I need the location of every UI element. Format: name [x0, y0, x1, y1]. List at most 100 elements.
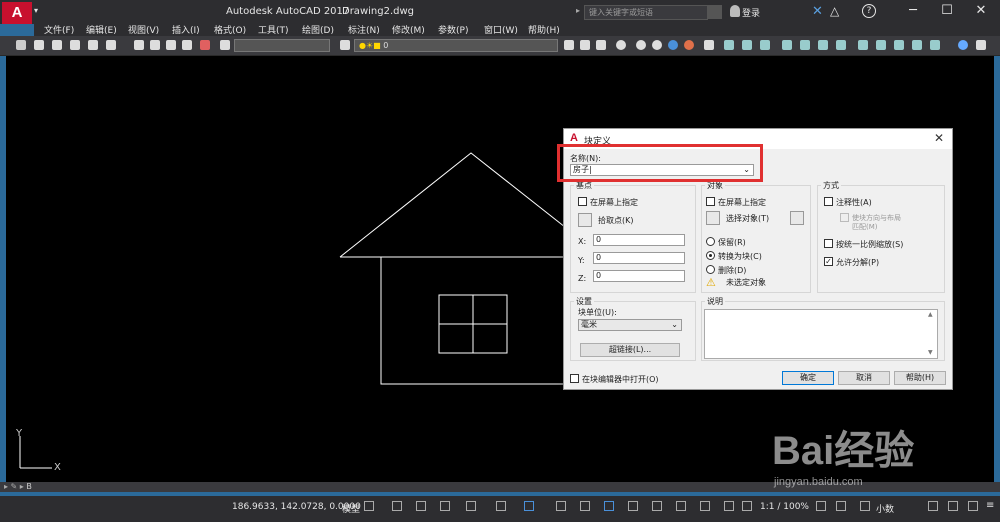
hardware-accel-icon[interactable] — [948, 501, 958, 511]
cut-icon[interactable] — [134, 40, 144, 50]
dim-aligned-icon[interactable] — [742, 40, 752, 50]
menu-dimension[interactable]: 标注(N) — [348, 23, 380, 36]
transparency-icon[interactable] — [580, 501, 590, 511]
toolbar-more-icon[interactable] — [976, 40, 986, 50]
save-icon[interactable] — [52, 40, 62, 50]
layer-previous-icon[interactable] — [564, 40, 574, 50]
close-button[interactable]: ✕ — [964, 0, 998, 24]
allow-explode-checkbox[interactable]: ✓ — [824, 257, 833, 266]
dim-continue-icon[interactable] — [912, 40, 922, 50]
selection-cycling-icon[interactable] — [604, 501, 614, 511]
dynamic-ucs-icon[interactable] — [652, 501, 662, 511]
visual-style-realistic-icon[interactable] — [668, 40, 678, 50]
ok-button[interactable]: 确定 — [782, 371, 834, 385]
dim-angular-icon[interactable] — [858, 40, 868, 50]
help-icon[interactable]: ? — [862, 4, 876, 18]
x-input[interactable]: 0 — [593, 234, 685, 246]
menu-help[interactable]: 帮助(H) — [528, 23, 560, 36]
paste-icon[interactable] — [166, 40, 176, 50]
model-tab[interactable]: 模型 — [342, 502, 360, 515]
workspace-gear-icon[interactable] — [816, 501, 826, 511]
select-objects-icon[interactable] — [706, 211, 720, 225]
render-icon[interactable] — [616, 40, 626, 50]
dim-arc-icon[interactable] — [760, 40, 770, 50]
visual-style-hidden-icon[interactable] — [652, 40, 662, 50]
delete-radio[interactable] — [706, 265, 715, 274]
menu-format[interactable]: 格式(O) — [214, 23, 246, 36]
menu-insert[interactable]: 插入(I) — [172, 23, 200, 36]
convert-radio[interactable] — [706, 251, 715, 260]
hyperlink-button[interactable]: 超链接(L)... — [580, 343, 680, 357]
dim-space-icon[interactable] — [930, 40, 940, 50]
dim-quick-icon[interactable] — [876, 40, 886, 50]
menu-window[interactable]: 窗口(W) — [484, 23, 518, 36]
visual-style-conceptual-icon[interactable] — [684, 40, 694, 50]
dim-radius-icon[interactable] — [800, 40, 810, 50]
layer-states-icon[interactable] — [580, 40, 590, 50]
osnap-icon[interactable] — [496, 501, 506, 511]
snap-icon[interactable] — [392, 501, 402, 511]
layer-match-icon[interactable] — [596, 40, 606, 50]
customize-menu-icon[interactable]: ≡ — [986, 500, 994, 511]
orbit-icon[interactable] — [958, 40, 968, 50]
unit-dropdown[interactable]: 毫米 ⌄ — [578, 319, 682, 331]
selection-filter-icon[interactable] — [676, 501, 686, 511]
style-dropdown[interactable] — [234, 39, 330, 52]
style-icon[interactable] — [220, 40, 230, 50]
search-button-icon[interactable] — [708, 5, 722, 19]
menu-modify[interactable]: 修改(M) — [392, 23, 425, 36]
scroll-down-icon[interactable]: ▼ — [928, 349, 933, 356]
connect-icon[interactable]: △ — [830, 4, 839, 18]
auto-scale-icon[interactable] — [742, 501, 752, 511]
annotative-checkbox[interactable] — [824, 197, 833, 206]
otrack-icon[interactable] — [524, 501, 534, 511]
dialog-close-icon[interactable]: ✕ — [934, 131, 944, 145]
minimize-button[interactable]: ─ — [896, 0, 930, 24]
maximize-button[interactable]: ☐ — [930, 0, 964, 24]
basepoint-on-screen-checkbox[interactable] — [578, 197, 587, 206]
visual-style-wireframe-icon[interactable] — [636, 40, 646, 50]
open-icon[interactable] — [34, 40, 44, 50]
layer-properties-icon[interactable] — [340, 40, 350, 50]
dim-diameter-icon[interactable] — [836, 40, 846, 50]
pick-point-icon[interactable] — [578, 213, 592, 227]
menu-file[interactable]: 文件(F) — [44, 23, 74, 36]
menu-tools[interactable]: 工具(T) — [258, 23, 289, 36]
dim-ordinate-icon[interactable] — [782, 40, 792, 50]
description-textarea[interactable] — [704, 309, 938, 359]
gizmo-icon[interactable] — [700, 501, 710, 511]
isolate-icon[interactable] — [928, 501, 938, 511]
plot-icon[interactable] — [70, 40, 80, 50]
autocad-logo-icon[interactable]: A — [2, 2, 32, 24]
command-input[interactable]: B — [26, 482, 32, 491]
match-properties-icon[interactable] — [182, 40, 192, 50]
units-dropdown[interactable]: 小数 — [876, 502, 894, 515]
lineweight-icon[interactable] — [556, 501, 566, 511]
block-icon[interactable] — [200, 40, 210, 50]
ortho-icon[interactable] — [416, 501, 426, 511]
menu-draw[interactable]: 绘图(D) — [302, 23, 334, 36]
match-orientation-checkbox[interactable] — [840, 213, 849, 222]
grid-icon[interactable] — [364, 501, 374, 511]
exchange-icon[interactable]: ✕ — [812, 4, 823, 19]
objects-on-screen-checkbox[interactable] — [706, 197, 715, 206]
annotation-monitor-icon[interactable] — [836, 501, 846, 511]
layer-dropdown[interactable]: ●☀■ 0 — [354, 39, 558, 52]
dim-jogged-icon[interactable] — [818, 40, 828, 50]
3d-osnap-icon[interactable] — [628, 501, 638, 511]
menu-view[interactable]: 视图(V) — [128, 23, 159, 36]
menu-edit[interactable]: 编辑(E) — [86, 23, 117, 36]
new-icon[interactable] — [16, 40, 26, 50]
scroll-up-icon[interactable]: ▲ — [928, 311, 933, 318]
quick-select-icon[interactable] — [790, 211, 804, 225]
annotation-visibility-icon[interactable] — [724, 501, 734, 511]
help-button[interactable]: 帮助(H) — [894, 371, 946, 385]
copy-icon[interactable] — [150, 40, 160, 50]
polar-icon[interactable] — [440, 501, 450, 511]
open-in-editor-checkbox[interactable] — [570, 374, 579, 383]
search-expand-icon[interactable]: ▸ — [576, 6, 580, 15]
user-icon[interactable] — [730, 5, 740, 17]
quick-access-dropdown-icon[interactable]: ▾ — [34, 6, 42, 15]
materials-icon[interactable] — [704, 40, 714, 50]
z-input[interactable]: 0 — [593, 270, 685, 282]
